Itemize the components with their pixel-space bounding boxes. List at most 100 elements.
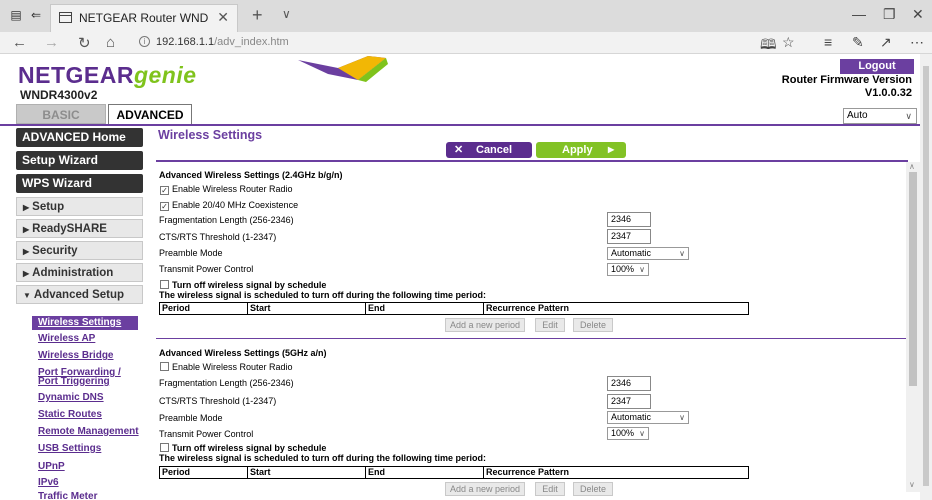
apply-button[interactable]: Apply ▶ (536, 142, 626, 158)
cts-input-5[interactable]: 2347 (607, 394, 651, 409)
restore-icon[interactable]: ❐ (883, 6, 896, 23)
scroll-up-icon[interactable]: ∧ (909, 162, 915, 171)
chevron-down-icon[interactable]: ∨ (282, 7, 291, 21)
sidebar-group-readyshare[interactable]: ▶ ReadySHARE (16, 219, 143, 238)
preamble-label-24: Preamble Mode (159, 248, 223, 258)
mode-tabs: BASIC ADVANCED (0, 104, 920, 124)
delete-24-button[interactable]: Delete (573, 318, 613, 332)
minimize-icon[interactable]: — (852, 6, 866, 22)
enable-radio-5-checkbox[interactable] (160, 362, 169, 371)
frag-label-5: Fragmentation Length (256-2346) (159, 378, 294, 388)
info-icon[interactable]: i (139, 36, 150, 47)
sidebar-item-traffic-meter[interactable]: Traffic Meter (38, 492, 97, 500)
arrow-down-icon: ▼ (23, 291, 31, 300)
sidebar-item-ipv6[interactable]: IPv6 (38, 478, 59, 488)
content-scrollbar[interactable]: ∧ ∨ (906, 162, 920, 492)
add-period-5-button[interactable]: Add a new period (445, 482, 525, 496)
schedule-24-row: Turn off wireless signal by schedule (160, 280, 326, 290)
sidebar-item-wireless-ap[interactable]: Wireless AP (38, 334, 95, 344)
scroll-down-icon[interactable]: ∨ (909, 480, 915, 489)
forward-arrow-icon[interactable]: → (44, 34, 59, 51)
apply-label: Apply (562, 144, 593, 156)
enable-radio-24-label: Enable Wireless Router Radio (172, 184, 293, 194)
page-icon (59, 12, 72, 23)
cancel-button[interactable]: ✕ Cancel (446, 142, 532, 158)
page-title: Wireless Settings (158, 128, 263, 142)
sidebar-item-wireless-settings[interactable]: Wireless Settings (32, 316, 138, 330)
close-icon[interactable]: ✕ (217, 9, 229, 26)
close-window-icon[interactable]: ✕ (912, 6, 924, 23)
arrow-right-icon: ▶ (608, 145, 615, 154)
browser-tab[interactable]: NETGEAR Router WNDF ✕ (50, 4, 238, 32)
star-icon[interactable]: ☆ (782, 34, 795, 51)
power-select-5[interactable]: 100% (607, 427, 649, 440)
language-select[interactable]: Auto (843, 108, 917, 124)
enable-radio-5-row: Enable Wireless Router Radio (160, 362, 293, 372)
frag-input-5[interactable]: 2346 (607, 376, 651, 391)
schedule-24-checkbox[interactable] (160, 280, 169, 289)
sidebar-item-usb-settings[interactable]: USB Settings (38, 444, 101, 454)
sidebar: ADVANCED Home Setup Wizard WPS Wizard ▶ S… (16, 126, 146, 500)
col-pattern: Recurrence Pattern (486, 303, 570, 313)
tab-preview-icon[interactable]: ▤ (8, 8, 24, 22)
sidebar-group-security[interactable]: ▶ Security (16, 241, 143, 260)
sidebar-item-remote-management[interactable]: Remote Management (38, 427, 139, 437)
refresh-icon[interactable]: ↻ (78, 34, 91, 52)
schedule-5-row: Turn off wireless signal by schedule (160, 443, 326, 453)
col-period: Period (160, 303, 248, 314)
logout-button[interactable]: Logout (840, 59, 914, 74)
edit-5-button[interactable]: Edit (535, 482, 565, 496)
sidebar-item-dynamic-dns[interactable]: Dynamic DNS (38, 393, 104, 403)
sidebar-item-wireless-bridge[interactable]: Wireless Bridge (38, 351, 114, 361)
sidebar-group-setup[interactable]: ▶ Setup (16, 197, 143, 216)
edit-24-button[interactable]: Edit (535, 318, 565, 332)
plus-icon[interactable]: + (252, 5, 263, 26)
sidebar-group-advanced-setup[interactable]: ▼ Advanced Setup (16, 285, 143, 304)
sidebar-group-label: Advanced Setup (33, 289, 125, 301)
home-icon[interactable]: ⌂ (106, 34, 115, 51)
tab-basic[interactable]: BASIC (16, 104, 106, 124)
enable-radio-24-checkbox[interactable]: ✓ (160, 186, 169, 195)
cts-input-24[interactable]: 2347 (607, 229, 651, 244)
preamble-select-5[interactable]: Automatic (607, 411, 689, 424)
sidebar-group-label: ReadySHARE (32, 223, 107, 235)
settings-scroll-area[interactable]: Advanced Wireless Settings (2.4GHz b/g/n… (156, 162, 920, 500)
col-end: End (366, 467, 484, 478)
coexistence-checkbox[interactable]: ✓ (160, 202, 169, 211)
netgear-genie-logo: NETGEARgenie (18, 62, 197, 89)
set-aside-tabs-icon[interactable]: ⇐ (28, 8, 44, 22)
page-scroll-thumb[interactable] (923, 66, 929, 486)
power-select-24[interactable]: 100% (607, 263, 649, 276)
router-page: NETGEARgenie WNDR4300v2 Logout Router Fi… (0, 54, 932, 500)
col-start: Start (248, 467, 366, 478)
sidebar-item-static-routes[interactable]: Static Routes (38, 410, 102, 420)
model-name: WNDR4300v2 (20, 88, 98, 102)
frag-label-24: Fragmentation Length (256-2346) (159, 215, 294, 225)
sidebar-item-upnp[interactable]: UPnP (38, 462, 65, 472)
swoosh-graphic (298, 56, 388, 82)
scroll-thumb[interactable] (909, 172, 917, 386)
preamble-select-24[interactable]: Automatic (607, 247, 689, 260)
more-icon[interactable]: ⋯ (910, 34, 924, 51)
cts-label-24: CTS/RTS Threshold (1-2347) (159, 232, 277, 242)
delete-5-button[interactable]: Delete (573, 482, 613, 496)
section-divider (156, 338, 908, 339)
tab-advanced[interactable]: ADVANCED (108, 104, 192, 124)
sidebar-advanced-home[interactable]: ADVANCED Home (16, 128, 143, 147)
sidebar-wps-wizard[interactable]: WPS Wizard (16, 174, 143, 193)
url-host: 192.168.1.1 (156, 36, 215, 48)
frag-input-24[interactable]: 2346 (607, 212, 651, 227)
url-field[interactable]: 192.168.1.1/adv_index.htm (156, 36, 289, 48)
page-scrollbar[interactable] (920, 54, 932, 500)
back-arrow-icon[interactable]: ← (12, 34, 27, 51)
schedule-24-table: Period Start End Recurrence Pattern (159, 302, 749, 315)
add-period-24-button[interactable]: Add a new period (445, 318, 525, 332)
sidebar-setup-wizard[interactable]: Setup Wizard (16, 151, 143, 170)
share-icon[interactable]: ↗ (880, 34, 892, 51)
sidebar-group-administration[interactable]: ▶ Administration (16, 263, 143, 282)
cts-label-5: CTS/RTS Threshold (1-2347) (159, 396, 277, 406)
favorites-icon[interactable]: ≡ (824, 34, 832, 50)
sidebar-item-port-triggering[interactable]: Port Triggering (38, 377, 110, 387)
schedule-5-checkbox[interactable] (160, 443, 169, 452)
pen-icon[interactable]: ✎ (852, 34, 864, 51)
